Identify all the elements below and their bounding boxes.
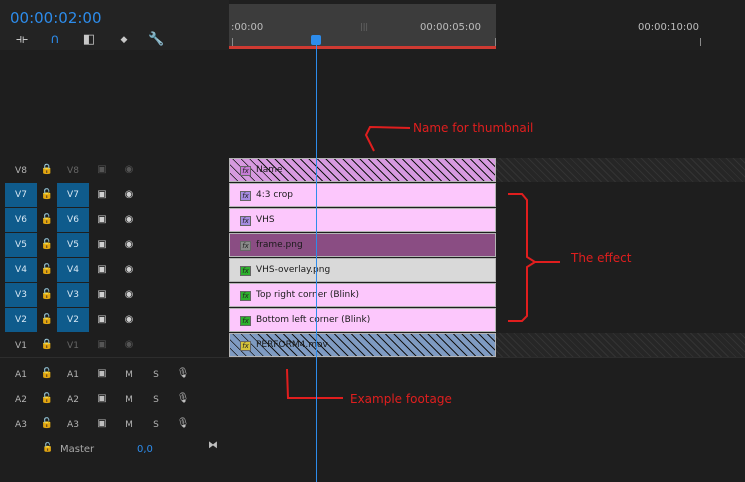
footage-arrow bbox=[286, 368, 343, 399]
playhead-line[interactable] bbox=[316, 44, 317, 482]
thumbnail-arrow bbox=[364, 125, 411, 152]
annotation-effect: The effect bbox=[571, 251, 632, 265]
annotation-layer bbox=[286, 125, 560, 399]
effect-bracket bbox=[508, 193, 560, 322]
annotation-thumbnail: Name for thumbnail bbox=[413, 121, 534, 135]
annotation-footage: Example footage bbox=[350, 392, 452, 406]
playhead-handle[interactable] bbox=[311, 35, 321, 45]
